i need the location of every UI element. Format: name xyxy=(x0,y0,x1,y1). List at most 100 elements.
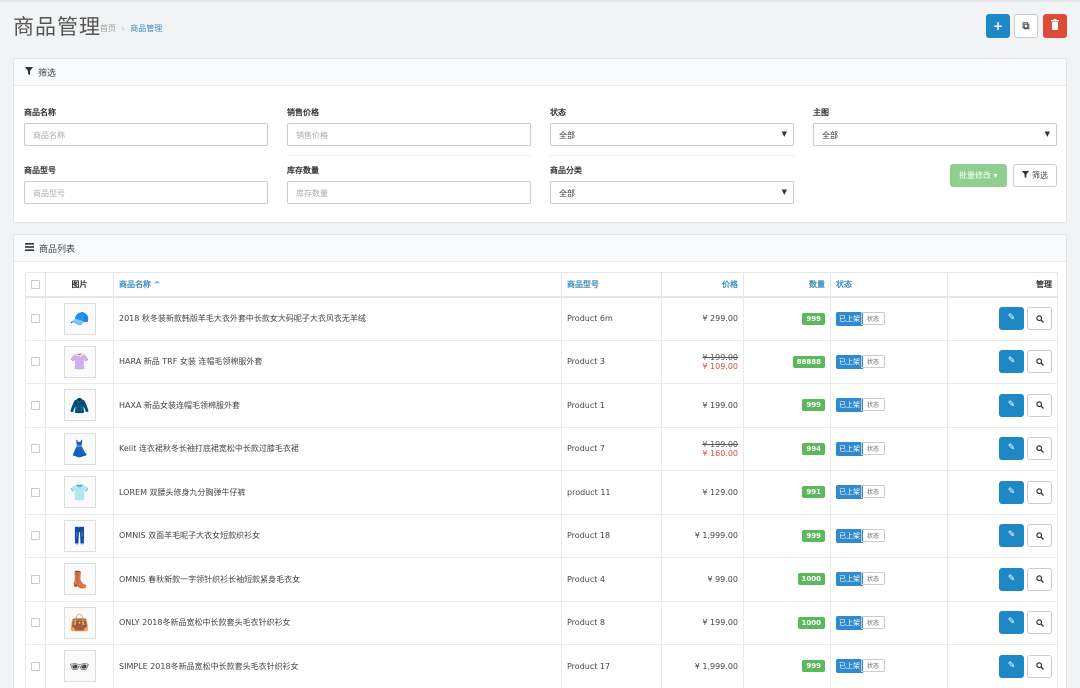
edit-button[interactable]: ✎ xyxy=(999,393,1024,417)
edit-button[interactable]: ✎ xyxy=(999,567,1024,591)
status-on-toggle[interactable]: 已上架 xyxy=(836,659,863,674)
view-button[interactable] xyxy=(1027,567,1052,591)
row-checkbox-cell[interactable] xyxy=(25,600,46,645)
status-off-toggle[interactable]: 状态 xyxy=(861,485,886,499)
status-cell: 已上架 状态 xyxy=(830,426,948,471)
edit-button[interactable]: ✎ xyxy=(999,524,1024,548)
view-button[interactable] xyxy=(1027,350,1052,374)
view-button[interactable] xyxy=(1027,307,1052,330)
pants-icon: 👖 xyxy=(69,526,90,546)
row-checkbox-cell[interactable] xyxy=(25,296,46,341)
column-header-qty[interactable]: 数量 xyxy=(743,272,831,298)
status-off-toggle[interactable]: 状态 xyxy=(861,659,886,673)
view-button[interactable] xyxy=(1027,480,1052,504)
row-checkbox[interactable] xyxy=(31,400,40,410)
product-thumbnail: 👚 xyxy=(63,345,96,378)
price-filter-input[interactable]: 销售价格 xyxy=(287,123,531,146)
status-off-toggle[interactable]: 状态 xyxy=(861,441,886,455)
name-filter-group: 商品名称 商品名称 xyxy=(24,107,268,146)
breadcrumb-current[interactable]: 商品管理 xyxy=(130,24,162,33)
row-checkbox[interactable] xyxy=(31,618,40,628)
trash-icon xyxy=(1050,19,1060,33)
dress-icon: 👗 xyxy=(69,439,90,459)
column-header-model[interactable]: 商品型号 xyxy=(561,272,662,298)
row-checkbox-cell[interactable] xyxy=(25,383,46,428)
edit-button[interactable]: ✎ xyxy=(999,350,1024,374)
view-button[interactable] xyxy=(1027,524,1052,548)
main-image-filter-select[interactable]: 全部 ▼ xyxy=(813,123,1057,146)
image-cell: 👢 xyxy=(45,557,114,602)
edit-button[interactable]: ✎ xyxy=(999,480,1024,504)
status-off-toggle[interactable]: 状态 xyxy=(861,528,886,542)
row-checkbox[interactable] xyxy=(31,487,40,497)
delete-button[interactable] xyxy=(1043,14,1067,38)
stock-filter-input[interactable]: 库存数量 xyxy=(287,181,531,204)
product-model: Product 4 xyxy=(561,557,662,602)
edit-button[interactable]: ✎ xyxy=(999,654,1024,678)
edit-button[interactable]: ✎ xyxy=(999,307,1024,330)
status-on-toggle[interactable]: 已上架 xyxy=(836,354,863,369)
status-on-toggle[interactable]: 已上架 xyxy=(836,572,863,587)
row-checkbox[interactable] xyxy=(31,357,40,367)
magnifier-icon xyxy=(1035,618,1044,628)
edit-button[interactable]: ✎ xyxy=(999,611,1024,635)
status-off-toggle[interactable]: 状态 xyxy=(861,354,886,368)
row-checkbox[interactable] xyxy=(31,531,40,541)
row-checkbox-cell[interactable] xyxy=(25,426,46,471)
edit-button[interactable]: ✎ xyxy=(999,437,1024,461)
row-checkbox[interactable] xyxy=(31,314,40,323)
column-header-status[interactable]: 状态 xyxy=(830,272,948,298)
filter-button[interactable]: 筛选 xyxy=(1013,164,1057,187)
row-checkbox[interactable] xyxy=(31,444,40,454)
product-thumbnail: 👜 xyxy=(63,606,96,639)
status-on-toggle[interactable]: 已上架 xyxy=(836,615,863,630)
column-header-name[interactable]: 商品名称 ^ xyxy=(113,272,562,298)
row-checkbox[interactable] xyxy=(31,661,40,671)
add-button[interactable]: + xyxy=(986,14,1010,38)
status-on-toggle[interactable]: 已上架 xyxy=(836,528,863,543)
column-header-price[interactable]: 价格 xyxy=(661,272,744,298)
divider xyxy=(550,155,794,156)
product-thumbnail: 🕶 xyxy=(63,650,96,683)
model-filter-input[interactable]: 商品型号 xyxy=(24,181,268,204)
batch-edit-button[interactable]: 批量修改 ▾ xyxy=(950,164,1007,187)
column-header-image: 图片 xyxy=(45,272,114,298)
view-button[interactable] xyxy=(1027,611,1052,635)
status-off-toggle[interactable]: 状态 xyxy=(861,398,886,412)
status-off-toggle[interactable]: 状态 xyxy=(861,615,886,629)
list-panel-header: 商品列表 xyxy=(14,235,1066,262)
category-filter-select[interactable]: 全部 ▼ xyxy=(550,181,794,204)
price-cell: ¥ 1,999.00 xyxy=(661,644,744,688)
product-model: Product 6m xyxy=(561,296,662,341)
qty-badge: 999 xyxy=(802,660,825,673)
select-all-checkbox-cell[interactable] xyxy=(25,272,46,298)
row-checkbox-cell[interactable] xyxy=(25,513,46,558)
status-off-toggle[interactable]: 状态 xyxy=(861,572,886,586)
price: ¥ 1,999.00 xyxy=(694,531,738,541)
status-off-toggle[interactable]: 状态 xyxy=(861,311,886,325)
status-filter-select[interactable]: 全部 ▼ xyxy=(550,123,794,146)
qty-badge: 1000 xyxy=(797,616,825,629)
view-button[interactable] xyxy=(1027,437,1052,461)
row-checkbox-cell[interactable] xyxy=(25,470,46,515)
pencil-icon: ✎ xyxy=(1007,486,1016,497)
row-checkbox-cell[interactable] xyxy=(25,644,46,688)
filter-panel-title: 筛选 xyxy=(38,68,57,79)
view-button[interactable] xyxy=(1027,393,1052,417)
view-button[interactable] xyxy=(1027,654,1052,678)
status-on-toggle[interactable]: 已上架 xyxy=(836,441,863,456)
row-checkbox[interactable] xyxy=(31,574,40,584)
list-panel-title: 商品列表 xyxy=(39,244,76,255)
name-filter-input[interactable]: 商品名称 xyxy=(24,123,268,146)
status-on-toggle[interactable]: 已上架 xyxy=(836,398,863,413)
status-on-toggle[interactable]: 已上架 xyxy=(836,311,863,326)
row-checkbox-cell[interactable] xyxy=(25,339,46,384)
status-on-toggle[interactable]: 已上架 xyxy=(836,485,863,500)
original-price: ¥ 199.00 xyxy=(702,439,738,449)
breadcrumb-home[interactable]: 首页 xyxy=(100,24,116,33)
product-name: LOREM 双腰头修身九分胸弹牛仔裤 xyxy=(113,470,562,515)
row-checkbox-cell[interactable] xyxy=(25,557,46,602)
select-all-checkbox[interactable] xyxy=(31,279,40,289)
image-cell: 🧢 xyxy=(45,296,114,341)
copy-button[interactable]: ⧉ xyxy=(1014,14,1038,38)
